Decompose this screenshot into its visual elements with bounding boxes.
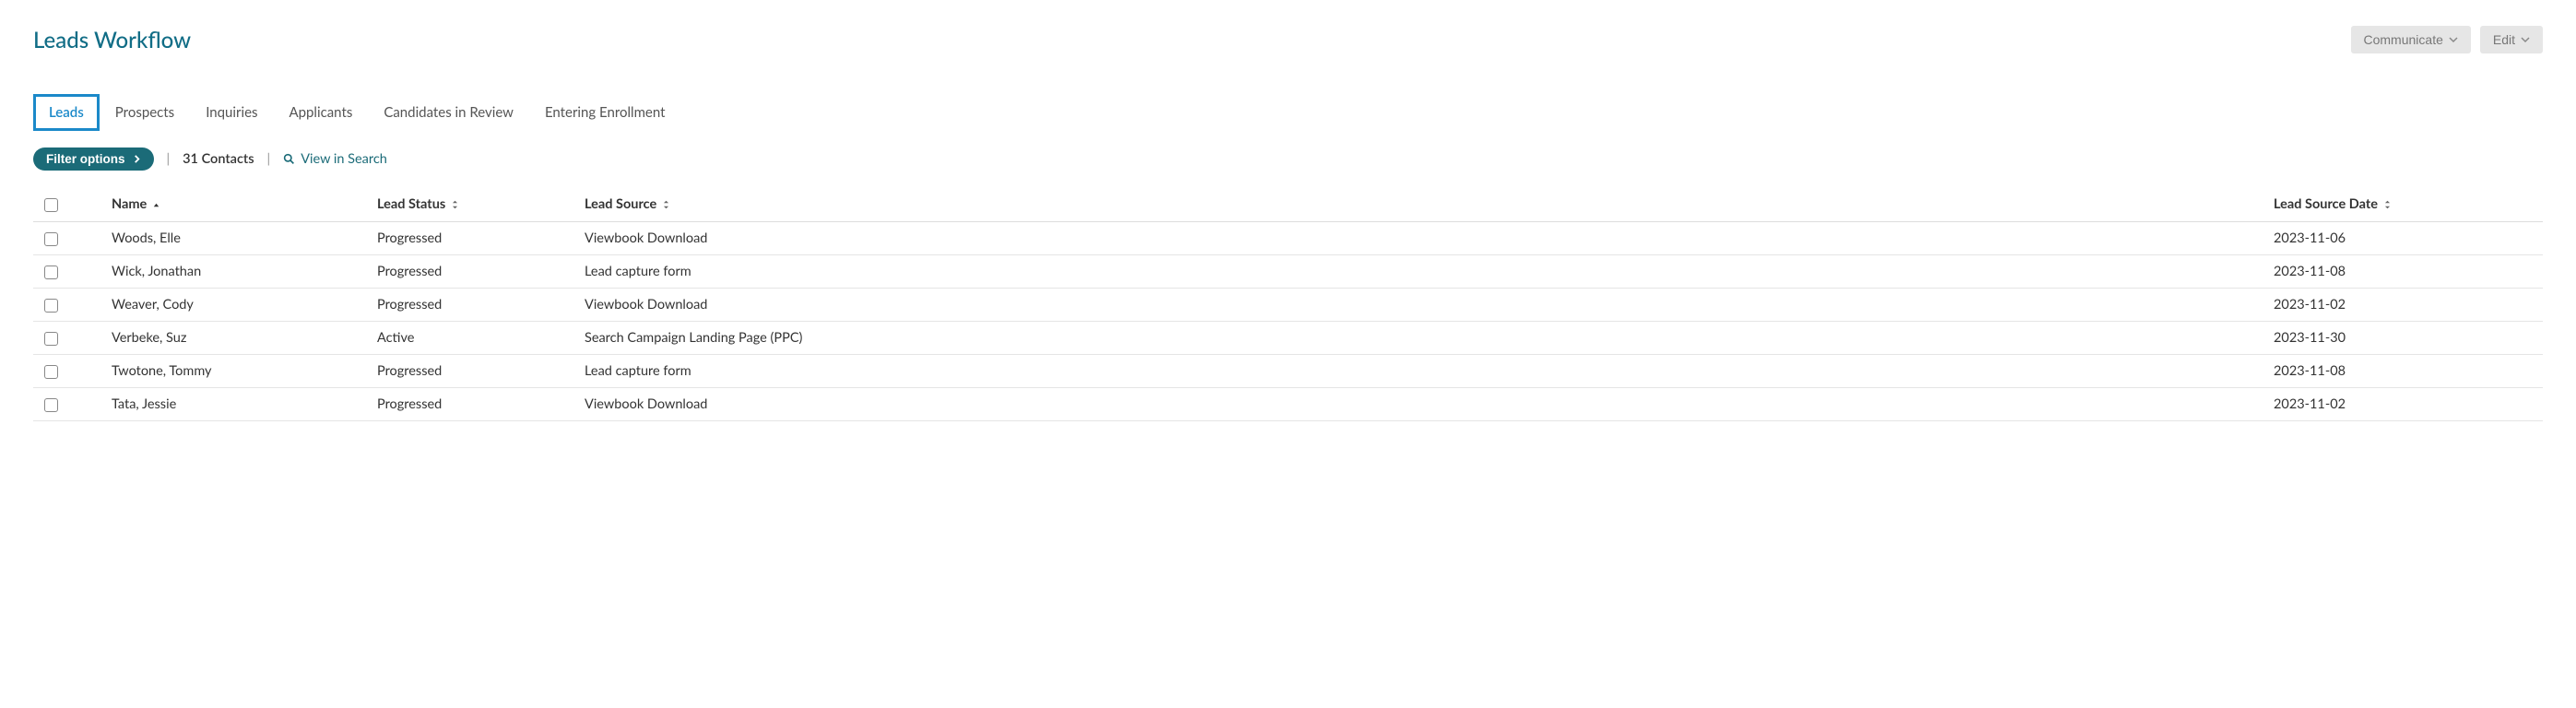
communicate-button[interactable]: Communicate bbox=[2351, 26, 2471, 53]
page-title: Leads Workflow bbox=[33, 27, 191, 53]
filter-options-label: Filter options bbox=[46, 152, 125, 166]
cell-name[interactable]: Woods, Elle bbox=[84, 222, 370, 255]
cell-date: 2023-11-02 bbox=[2266, 388, 2543, 421]
row-checkbox[interactable] bbox=[44, 266, 58, 279]
cell-name[interactable]: Verbeke, Suz bbox=[84, 322, 370, 355]
header-actions: Communicate Edit bbox=[2351, 26, 2544, 53]
chevron-down-icon bbox=[2449, 35, 2458, 44]
tab-inquiries[interactable]: Inquiries bbox=[190, 94, 273, 131]
cell-name[interactable]: Wick, Jonathan bbox=[84, 255, 370, 289]
sort-asc-icon bbox=[152, 201, 160, 209]
contact-count: 31 Contacts bbox=[183, 151, 254, 167]
view-in-search-link[interactable]: View in Search bbox=[283, 151, 387, 167]
view-in-search-label: View in Search bbox=[301, 151, 387, 167]
column-status-label: Lead Status bbox=[377, 196, 445, 212]
row-checkbox[interactable] bbox=[44, 365, 58, 379]
search-icon bbox=[283, 153, 295, 165]
cell-name[interactable]: Twotone, Tommy bbox=[84, 355, 370, 388]
cell-date: 2023-11-08 bbox=[2266, 255, 2543, 289]
divider: | bbox=[267, 151, 271, 167]
sort-icon bbox=[2383, 199, 2392, 210]
column-name-label: Name bbox=[112, 196, 147, 212]
table-row: Twotone, TommyProgressedLead capture for… bbox=[33, 355, 2543, 388]
sort-icon bbox=[662, 199, 670, 210]
chevron-right-icon bbox=[133, 155, 141, 163]
cell-date: 2023-11-08 bbox=[2266, 355, 2543, 388]
cell-source: Lead capture form bbox=[577, 355, 2266, 388]
column-header-status[interactable]: Lead Status bbox=[370, 187, 577, 222]
divider: | bbox=[167, 151, 171, 167]
tab-applicants[interactable]: Applicants bbox=[273, 94, 368, 131]
column-date-label: Lead Source Date bbox=[2274, 196, 2378, 212]
row-checkbox[interactable] bbox=[44, 299, 58, 313]
tab-candidates-in-review[interactable]: Candidates in Review bbox=[368, 94, 529, 131]
sort-icon bbox=[451, 199, 459, 210]
table-row: Tata, JessieProgressedViewbook Download2… bbox=[33, 388, 2543, 421]
column-header-name[interactable]: Name bbox=[84, 187, 370, 222]
tabs: LeadsProspectsInquiriesApplicantsCandida… bbox=[33, 94, 2543, 131]
row-checkbox[interactable] bbox=[44, 332, 58, 346]
cell-date: 2023-11-30 bbox=[2266, 322, 2543, 355]
table-row: Verbeke, SuzActiveSearch Campaign Landin… bbox=[33, 322, 2543, 355]
table-row: Weaver, CodyProgressedViewbook Download2… bbox=[33, 289, 2543, 322]
cell-status: Progressed bbox=[370, 355, 577, 388]
communicate-label: Communicate bbox=[2364, 32, 2443, 47]
cell-date: 2023-11-02 bbox=[2266, 289, 2543, 322]
cell-source: Viewbook Download bbox=[577, 289, 2266, 322]
column-header-date[interactable]: Lead Source Date bbox=[2266, 187, 2543, 222]
subbar: Filter options | 31 Contacts | View in S… bbox=[33, 148, 2543, 171]
select-all-checkbox[interactable] bbox=[44, 198, 58, 212]
row-checkbox[interactable] bbox=[44, 232, 58, 246]
cell-status: Progressed bbox=[370, 388, 577, 421]
cell-source: Viewbook Download bbox=[577, 222, 2266, 255]
tab-prospects[interactable]: Prospects bbox=[100, 94, 190, 131]
cell-source: Search Campaign Landing Page (PPC) bbox=[577, 322, 2266, 355]
column-source-label: Lead Source bbox=[585, 196, 656, 212]
leads-table: Name Lead Status Lead Source bbox=[33, 187, 2543, 421]
cell-name[interactable]: Tata, Jessie bbox=[84, 388, 370, 421]
cell-source: Viewbook Download bbox=[577, 388, 2266, 421]
cell-status: Active bbox=[370, 322, 577, 355]
tab-entering-enrollment[interactable]: Entering Enrollment bbox=[529, 94, 681, 131]
filter-options-button[interactable]: Filter options bbox=[33, 148, 154, 171]
cell-name[interactable]: Weaver, Cody bbox=[84, 289, 370, 322]
table-row: Wick, JonathanProgressedLead capture for… bbox=[33, 255, 2543, 289]
tab-leads[interactable]: Leads bbox=[33, 94, 100, 131]
column-header-source[interactable]: Lead Source bbox=[577, 187, 2266, 222]
cell-status: Progressed bbox=[370, 289, 577, 322]
chevron-down-icon bbox=[2521, 35, 2530, 44]
cell-source: Lead capture form bbox=[577, 255, 2266, 289]
row-checkbox[interactable] bbox=[44, 398, 58, 412]
cell-date: 2023-11-06 bbox=[2266, 222, 2543, 255]
cell-status: Progressed bbox=[370, 255, 577, 289]
table-row: Woods, ElleProgressedViewbook Download20… bbox=[33, 222, 2543, 255]
edit-label: Edit bbox=[2493, 32, 2515, 47]
edit-button[interactable]: Edit bbox=[2480, 26, 2543, 53]
cell-status: Progressed bbox=[370, 222, 577, 255]
